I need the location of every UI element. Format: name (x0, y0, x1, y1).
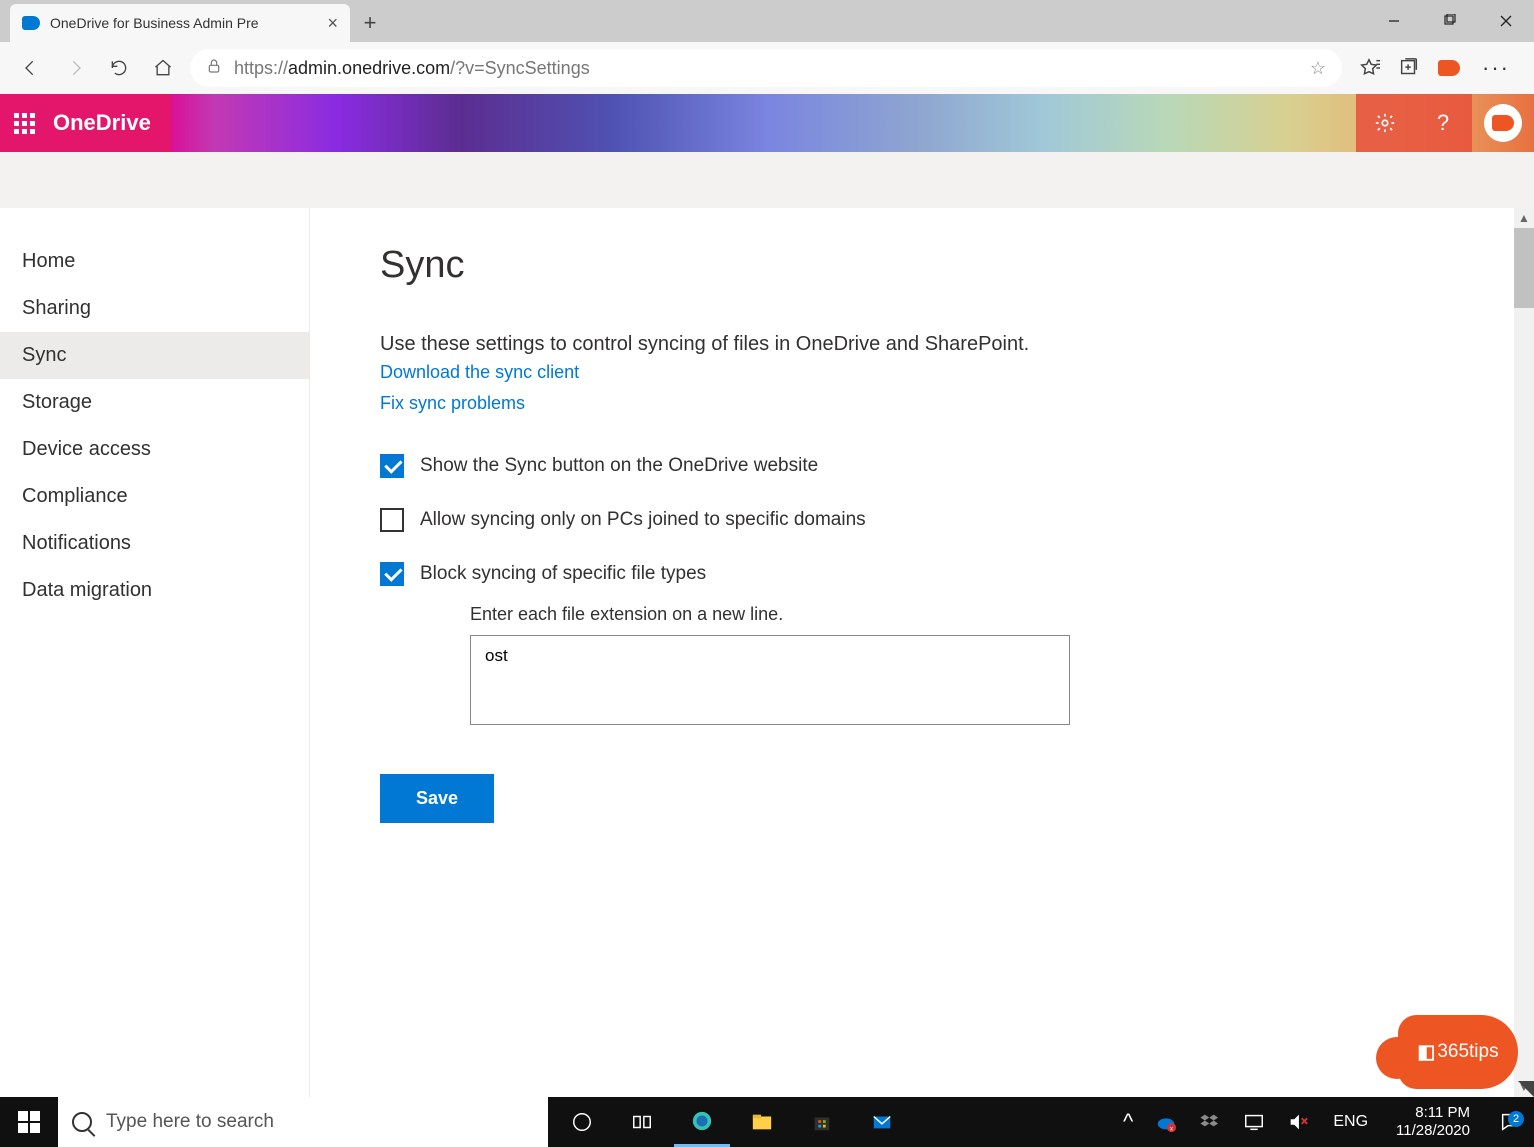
extension-cloud-icon[interactable] (1432, 51, 1466, 85)
fix-sync-problems-link[interactable]: Fix sync problems (380, 389, 1534, 418)
project-tray-icon[interactable] (1237, 1097, 1271, 1147)
browser-chrome: OneDrive for Business Admin Pre × + http… (0, 0, 1534, 94)
extension-block: Enter each file extension on a new line. (470, 604, 1534, 728)
browser-menu-button[interactable]: ··· (1472, 55, 1520, 81)
maximize-button[interactable] (1422, 0, 1478, 42)
windows-logo-icon (18, 1111, 40, 1133)
search-placeholder: Type here to search (106, 1111, 274, 1133)
microsoft-store-icon[interactable] (794, 1097, 850, 1147)
close-tab-icon[interactable]: × (327, 13, 338, 34)
365tips-badge: ◧ 365tips (1398, 1015, 1518, 1089)
app-launcher-icon[interactable] (14, 113, 35, 134)
extension-textarea[interactable] (470, 635, 1070, 725)
refresh-button[interactable] (102, 51, 136, 85)
mail-icon[interactable] (854, 1097, 910, 1147)
sidebar-item-device-access[interactable]: Device access (0, 426, 309, 473)
cortana-icon[interactable] (554, 1097, 610, 1147)
vertical-scrollbar[interactable]: ▲ ▼ (1514, 208, 1534, 1097)
edge-browser-icon[interactable] (674, 1097, 730, 1147)
checkbox-block[interactable] (380, 562, 404, 586)
browser-tab[interactable]: OneDrive for Business Admin Pre × (10, 4, 350, 42)
page-description: Use these settings to control syncing of… (380, 333, 1534, 356)
sidebar-item-sharing[interactable]: Sharing (0, 285, 309, 332)
sidebar-item-home[interactable]: Home (0, 238, 309, 285)
checkbox-block-label: Block syncing of specific file types (420, 563, 706, 585)
scroll-thumb[interactable] (1514, 228, 1534, 308)
scroll-up-icon[interactable]: ▲ (1514, 208, 1534, 228)
sidebar-item-storage[interactable]: Storage (0, 379, 309, 426)
account-avatar[interactable] (1484, 104, 1522, 142)
app-title: OneDrive (53, 110, 151, 136)
notification-count: 2 (1508, 1111, 1524, 1127)
tray-overflow-icon[interactable]: ^ (1117, 1097, 1139, 1147)
browser-tabbar: OneDrive for Business Admin Pre × + (0, 0, 1534, 42)
home-button[interactable] (146, 51, 180, 85)
start-button[interactable] (0, 1097, 58, 1147)
sidebar-item-sync[interactable]: Sync (0, 332, 309, 379)
clock[interactable]: 8:11 PM 11/28/2020 (1386, 1104, 1480, 1140)
file-explorer-icon[interactable] (734, 1097, 790, 1147)
page-body: Home Sharing Sync Storage Device access … (0, 208, 1534, 1097)
save-button[interactable]: Save (380, 774, 494, 823)
checkbox-row-domains: Allow syncing only on PCs joined to spec… (380, 508, 1534, 532)
checkbox-row-block: Block syncing of specific file types (380, 562, 1534, 586)
system-tray: ^ x ENG 8:11 PM 11/28/2020 2 (1113, 1097, 1534, 1147)
windows-taskbar: Type here to search ^ x ENG 8:11 PM 11/2… (0, 1097, 1534, 1147)
checkbox-domains-label: Allow syncing only on PCs joined to spec… (420, 509, 866, 531)
office-logo-icon: ◧ (1417, 1041, 1435, 1064)
help-icon[interactable]: ? (1414, 94, 1472, 152)
sidebar: Home Sharing Sync Storage Device access … (0, 208, 310, 1097)
task-view-icon[interactable] (614, 1097, 670, 1147)
browser-address-bar: https://admin.onedrive.com/?v=SyncSettin… (0, 42, 1534, 94)
tab-title: OneDrive for Business Admin Pre (50, 15, 259, 31)
extension-label: Enter each file extension on a new line. (470, 604, 1534, 625)
url-text: https://admin.onedrive.com/?v=SyncSettin… (234, 58, 590, 79)
volume-muted-icon[interactable] (1281, 1097, 1315, 1147)
page-corner-icon (1518, 1081, 1534, 1097)
page-title: Sync (380, 244, 1534, 287)
checkbox-show-sync[interactable] (380, 454, 404, 478)
settings-gear-icon[interactable] (1356, 94, 1414, 152)
onedrive-favicon-icon (22, 16, 40, 30)
lock-icon (206, 57, 222, 80)
language-indicator[interactable]: ENG (1325, 1113, 1376, 1131)
download-sync-client-link[interactable]: Download the sync client (380, 358, 1534, 387)
back-button[interactable] (14, 51, 48, 85)
favorites-list-icon[interactable] (1352, 51, 1386, 85)
clock-time: 8:11 PM (1396, 1104, 1470, 1122)
new-tab-button[interactable]: + (350, 4, 390, 42)
taskbar-search[interactable]: Type here to search (58, 1097, 548, 1147)
sub-header (0, 152, 1534, 208)
collections-icon[interactable] (1392, 51, 1426, 85)
checkbox-show-sync-label: Show the Sync button on the OneDrive web… (420, 455, 818, 477)
search-icon (72, 1112, 92, 1132)
notifications-icon[interactable]: 2 (1490, 1111, 1530, 1133)
sidebar-item-data-migration[interactable]: Data migration (0, 567, 309, 614)
favorite-star-icon[interactable]: ☆ (1310, 58, 1326, 79)
badge-text: 365tips (1437, 1041, 1498, 1063)
forward-button[interactable] (58, 51, 92, 85)
onedrive-tray-icon[interactable]: x (1149, 1097, 1183, 1147)
checkbox-row-show-sync: Show the Sync button on the OneDrive web… (380, 454, 1534, 478)
sidebar-item-compliance[interactable]: Compliance (0, 473, 309, 520)
clock-date: 11/28/2020 (1396, 1122, 1470, 1140)
close-window-button[interactable] (1478, 0, 1534, 42)
window-controls (1366, 0, 1534, 42)
content-area: Sync Use these settings to control synci… (310, 208, 1534, 1097)
url-input[interactable]: https://admin.onedrive.com/?v=SyncSettin… (190, 49, 1342, 87)
onedrive-header: OneDrive ? (0, 94, 1534, 152)
minimize-button[interactable] (1366, 0, 1422, 42)
dropbox-tray-icon[interactable] (1193, 1097, 1227, 1147)
sidebar-item-notifications[interactable]: Notifications (0, 520, 309, 567)
checkbox-domains[interactable] (380, 508, 404, 532)
